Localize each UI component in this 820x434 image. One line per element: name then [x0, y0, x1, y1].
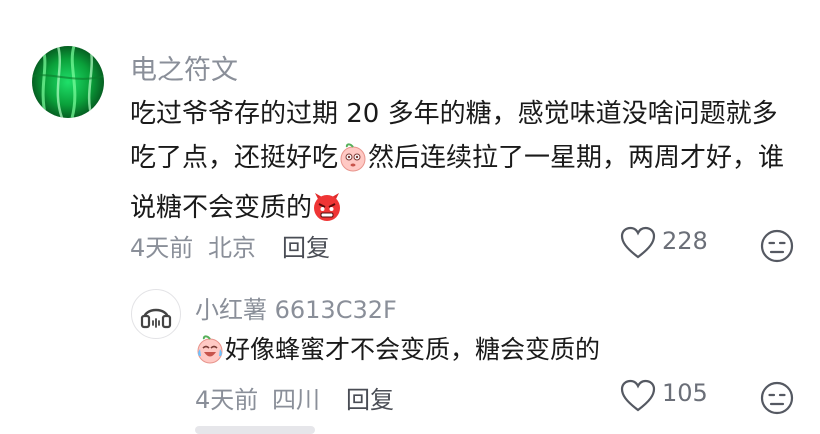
comment-text: 吃过爷爷存的过期 20 多年的糖，感觉味道没啥问题就多吃了点，还挺好吃 然后连续… — [130, 92, 800, 236]
reply-reply-button[interactable]: 回复 — [346, 380, 394, 415]
comment-time: 4天前 — [130, 234, 194, 262]
avatar[interactable] — [32, 46, 104, 118]
reply-location: 四川 — [272, 386, 320, 414]
reply-username[interactable]: 小红薯 6613C32F — [195, 290, 397, 325]
crying-laughing-peach-icon — [195, 334, 225, 376]
headphones-icon — [140, 308, 172, 329]
reply-text-content: 好像蜂蜜才不会变质，糖会变质的 — [225, 335, 601, 364]
avatar-image — [32, 46, 104, 118]
dislike-face-icon[interactable] — [760, 229, 794, 267]
comment-username[interactable]: 电之符文 — [130, 48, 238, 87]
reply-avatar[interactable] — [131, 289, 181, 339]
reply-text: 好像蜂蜜才不会变质，糖会变质的 — [195, 330, 600, 376]
reply-like-heart-icon[interactable] — [620, 379, 656, 417]
comment-location: 北京 — [208, 234, 256, 262]
reply-dislike-face-icon[interactable] — [760, 381, 794, 419]
like-heart-icon[interactable] — [620, 226, 656, 264]
next-item-cutoff — [195, 426, 315, 434]
reply-like-count: 105 — [662, 379, 708, 407]
comment-thread: 电之符文 吃过爷爷存的过期 20 多年的糖，感觉味道没啥问题就多吃了点，还挺好吃… — [0, 0, 820, 434]
reply-time: 4天前 — [195, 386, 259, 414]
like-count: 228 — [662, 227, 708, 255]
reply-button[interactable]: 回复 — [282, 228, 330, 263]
peach-face-icon — [338, 142, 368, 186]
